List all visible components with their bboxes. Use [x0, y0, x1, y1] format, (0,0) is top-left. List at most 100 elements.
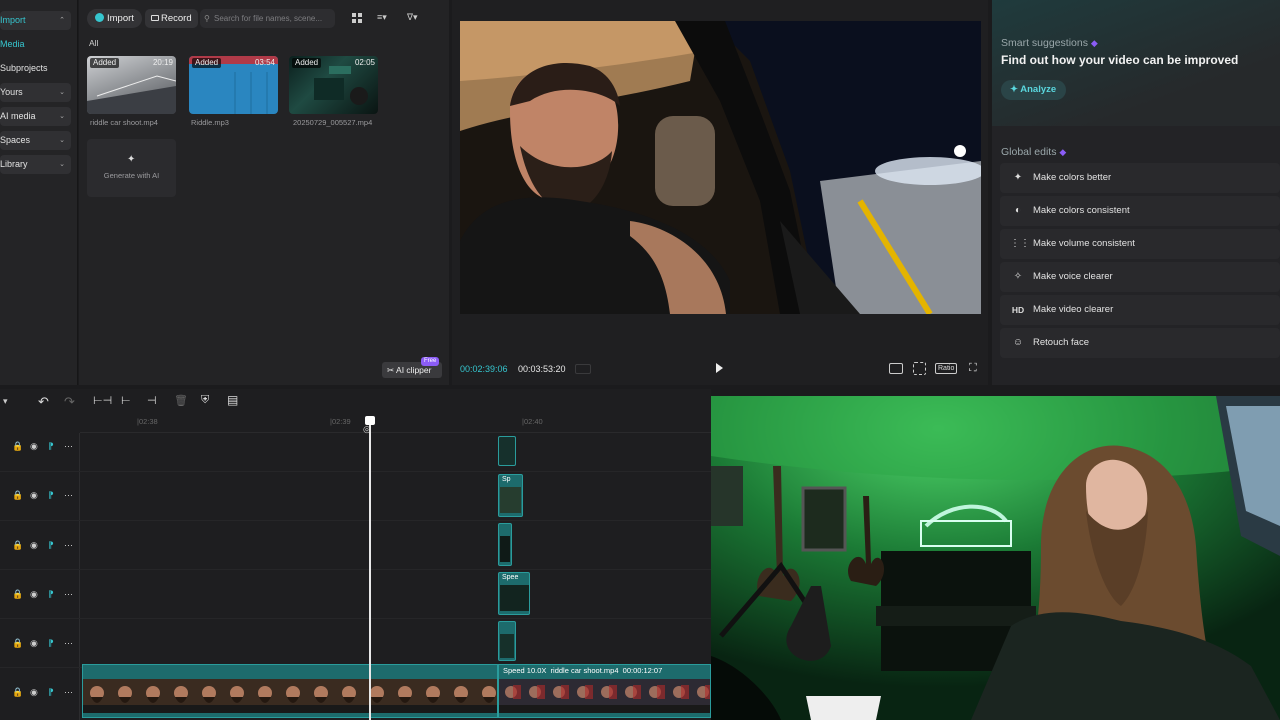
audio-icon[interactable]: ⁋ — [48, 490, 54, 501]
track-row — [0, 423, 711, 472]
grid-view-icon[interactable] — [352, 13, 362, 23]
nav-media[interactable]: Media — [0, 35, 71, 54]
more-icon[interactable]: ⋯ — [64, 540, 73, 551]
more-icon[interactable]: ⋯ — [64, 441, 73, 452]
clip[interactable] — [498, 621, 516, 661]
lock-icon[interactable]: 🔒 — [12, 589, 23, 600]
video-frame — [460, 21, 981, 314]
audio-icon[interactable]: ⁋ — [48, 540, 54, 551]
nav-import[interactable]: Import ⌃ — [0, 11, 71, 30]
analyze-button[interactable]: ✦ Analyze — [1001, 80, 1066, 100]
edit-label: Retouch face — [1033, 337, 1089, 348]
more-icon[interactable]: ⋯ — [64, 490, 73, 501]
eye-icon[interactable]: ◉ — [30, 589, 38, 600]
clip[interactable]: Sp — [498, 474, 523, 517]
undo-icon[interactable]: ↶ — [38, 394, 49, 410]
make-video-clearer-button[interactable]: HD Make video clearer — [1000, 295, 1280, 325]
caption-icon[interactable]: ▤ — [227, 393, 238, 407]
media-name: 20250729_005527.mp4 — [293, 118, 373, 127]
fullscreen-icon[interactable]: ⛶ — [969, 362, 977, 375]
audio-icon[interactable]: ⁋ — [48, 638, 54, 649]
generate-with-ai-card[interactable]: ✦ Generate with AI — [87, 139, 176, 197]
make-colors-consistent-button[interactable]: ◐ Make colors consistent — [1000, 196, 1280, 226]
nav-ai-media-label: AI media — [0, 111, 36, 121]
camera-icon — [151, 15, 159, 21]
lock-icon[interactable]: 🔒 — [12, 490, 23, 501]
filter-all[interactable]: All — [89, 38, 98, 48]
redo-icon[interactable]: ↷ — [64, 394, 75, 410]
nav-yours[interactable]: Yours ⌄ — [0, 83, 71, 102]
chevron-down-icon[interactable]: ▾ — [3, 396, 8, 407]
duration-label: 20:19 — [152, 58, 173, 67]
nav-spaces[interactable]: Spaces ⌄ — [0, 131, 71, 150]
eye-icon[interactable]: ◉ — [30, 490, 38, 501]
face-icon: ☺ — [1012, 337, 1024, 348]
track-controls: 🔒 ◉ ⁋ ⋯ — [0, 490, 80, 506]
audio-icon[interactable]: ⁋ — [48, 589, 54, 600]
nav-library[interactable]: Library ⌄ — [0, 155, 71, 174]
split-left-icon[interactable]: ⊢ — [121, 394, 131, 407]
color-match-icon: ◐ — [1014, 205, 1022, 216]
play-icon[interactable] — [716, 363, 723, 373]
quality-icon[interactable] — [889, 363, 903, 374]
split-icon[interactable]: ⊢⊣ — [93, 394, 112, 407]
media-thumb-20250729[interactable]: Added 02:05 — [289, 56, 378, 114]
clip-filmstrip — [499, 679, 710, 713]
webcam-image — [711, 396, 1280, 720]
make-volume-consistent-button[interactable]: ⋮⋮ Make volume consistent — [1000, 229, 1280, 259]
filter-icon[interactable]: ∇▾ — [407, 12, 418, 23]
nav-import-label: Import — [0, 15, 26, 25]
generate-label: Generate with AI — [103, 171, 160, 180]
sort-icon[interactable]: ≡▾ — [377, 12, 387, 23]
timecode-toggle-icon[interactable] — [575, 364, 591, 374]
media-thumb-car-shoot[interactable]: Added 20:19 — [87, 56, 176, 114]
lock-icon[interactable]: 🔒 — [12, 687, 23, 698]
clip-label: Speed 10.0X riddle car shoot.mp4 00:00:1… — [503, 666, 663, 675]
lock-icon[interactable]: 🔒 — [12, 441, 23, 452]
eye-icon[interactable]: ◉ — [30, 441, 38, 452]
ratio-button[interactable]: Ratio — [935, 363, 958, 374]
track-row — [0, 472, 711, 521]
make-colors-better-button[interactable]: ✦ Make colors better — [1000, 163, 1280, 193]
smart-suggestions-heading: Smart suggestions ◆ — [1001, 37, 1098, 49]
retouch-face-button[interactable]: ☺ Retouch face — [1000, 328, 1280, 358]
crop-icon[interactable] — [913, 362, 926, 375]
more-icon[interactable]: ⋯ — [64, 589, 73, 600]
lock-icon[interactable]: 🔒 — [12, 638, 23, 649]
more-icon[interactable]: ⋯ — [64, 638, 73, 649]
main-clip-left[interactable] — [82, 664, 498, 718]
nav-subprojects[interactable]: Subprojects — [0, 59, 71, 78]
clip-thumb — [500, 487, 521, 513]
record-button[interactable]: Record — [145, 9, 198, 28]
audio-icon[interactable]: ⁋ — [48, 441, 54, 452]
lock-icon[interactable]: 🔒 — [12, 540, 23, 551]
shield-icon[interactable]: ⛨ — [201, 394, 209, 407]
webcam-overlay — [711, 396, 1280, 720]
clip[interactable] — [498, 436, 516, 466]
eye-icon[interactable]: ◉ — [30, 638, 38, 649]
clip[interactable]: Spee — [498, 572, 530, 615]
search-input[interactable]: ⚲ Search for file names, scene... — [200, 9, 335, 28]
import-button[interactable]: Import — [87, 9, 142, 28]
main-clip-right[interactable]: Speed 10.0X riddle car shoot.mp4 00:00:1… — [498, 664, 711, 718]
analyze-label: Analyze — [1020, 84, 1057, 95]
delete-icon[interactable]: 🗑 — [174, 394, 188, 407]
volume-sliders-icon: ⋮⋮ — [1010, 238, 1030, 249]
nav-ai-media[interactable]: AI media ⌄ — [0, 107, 71, 126]
more-icon[interactable]: ⋯ — [64, 687, 73, 698]
added-badge: Added — [192, 58, 222, 68]
split-right-icon[interactable]: ⊣ — [147, 394, 157, 407]
clip-filmstrip — [83, 679, 497, 713]
video-preview[interactable] — [460, 21, 981, 314]
edit-label: Make volume consistent — [1033, 238, 1135, 249]
eye-icon[interactable]: ◉ — [30, 687, 38, 698]
eye-icon[interactable]: ◉ — [30, 540, 38, 551]
media-name: Riddle.mp3 — [191, 118, 229, 127]
clip[interactable] — [498, 523, 512, 566]
media-thumb-riddle-audio[interactable]: Added 03:54 — [189, 56, 278, 114]
audio-icon[interactable]: ⁋ — [48, 687, 54, 698]
make-voice-clearer-button[interactable]: ✧ Make voice clearer — [1000, 262, 1280, 292]
diamond-icon: ◆ — [1090, 38, 1098, 48]
track-row — [0, 570, 711, 619]
playhead[interactable] — [369, 417, 371, 720]
